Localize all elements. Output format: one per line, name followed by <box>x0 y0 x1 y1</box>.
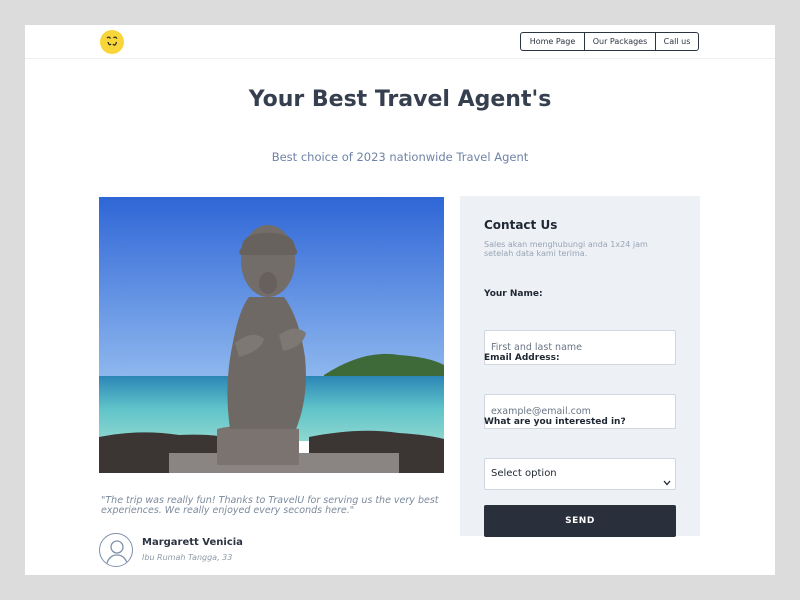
interest-select-value: Select option <box>491 468 557 479</box>
send-button[interactable]: SEND <box>484 505 676 537</box>
contact-title: Contact Us <box>484 218 558 232</box>
hero-photo <box>99 197 444 473</box>
chevron-down-icon <box>663 471 671 490</box>
page-subtitle: Best choice of 2023 nationwide Travel Ag… <box>271 150 529 164</box>
name-label: Your Name: <box>484 289 543 299</box>
testimonial-name: Margarett Venicia <box>142 537 243 548</box>
logo-icon[interactable] <box>100 30 124 54</box>
email-label: Email Address: <box>484 353 560 363</box>
page-title: Your Best Travel Agent's <box>248 87 552 112</box>
nav-packages-link[interactable]: Our Packages <box>584 33 655 50</box>
nav-home-link[interactable]: Home Page <box>521 33 584 50</box>
page: Home Page Our Packages Call us Your Best… <box>25 25 775 575</box>
testimonial-role: Ibu Rumah Tangga, 33 <box>142 553 233 562</box>
interest-select[interactable]: Select option <box>484 458 676 490</box>
nav-call-link[interactable]: Call us <box>655 33 698 50</box>
contact-form: Contact Us Sales akan menghubungi anda 1… <box>460 196 700 537</box>
navbar: Home Page Our Packages Call us <box>25 25 775 59</box>
testimonial-quote: "The trip was really fun! Thanks to Trav… <box>101 495 439 516</box>
contact-description: Sales akan menghubungi anda 1x24 jam set… <box>484 240 648 258</box>
user-avatar-icon <box>99 533 133 567</box>
main-nav: Home Page Our Packages Call us <box>520 32 699 51</box>
interest-label: What are you interested in? <box>484 417 626 427</box>
